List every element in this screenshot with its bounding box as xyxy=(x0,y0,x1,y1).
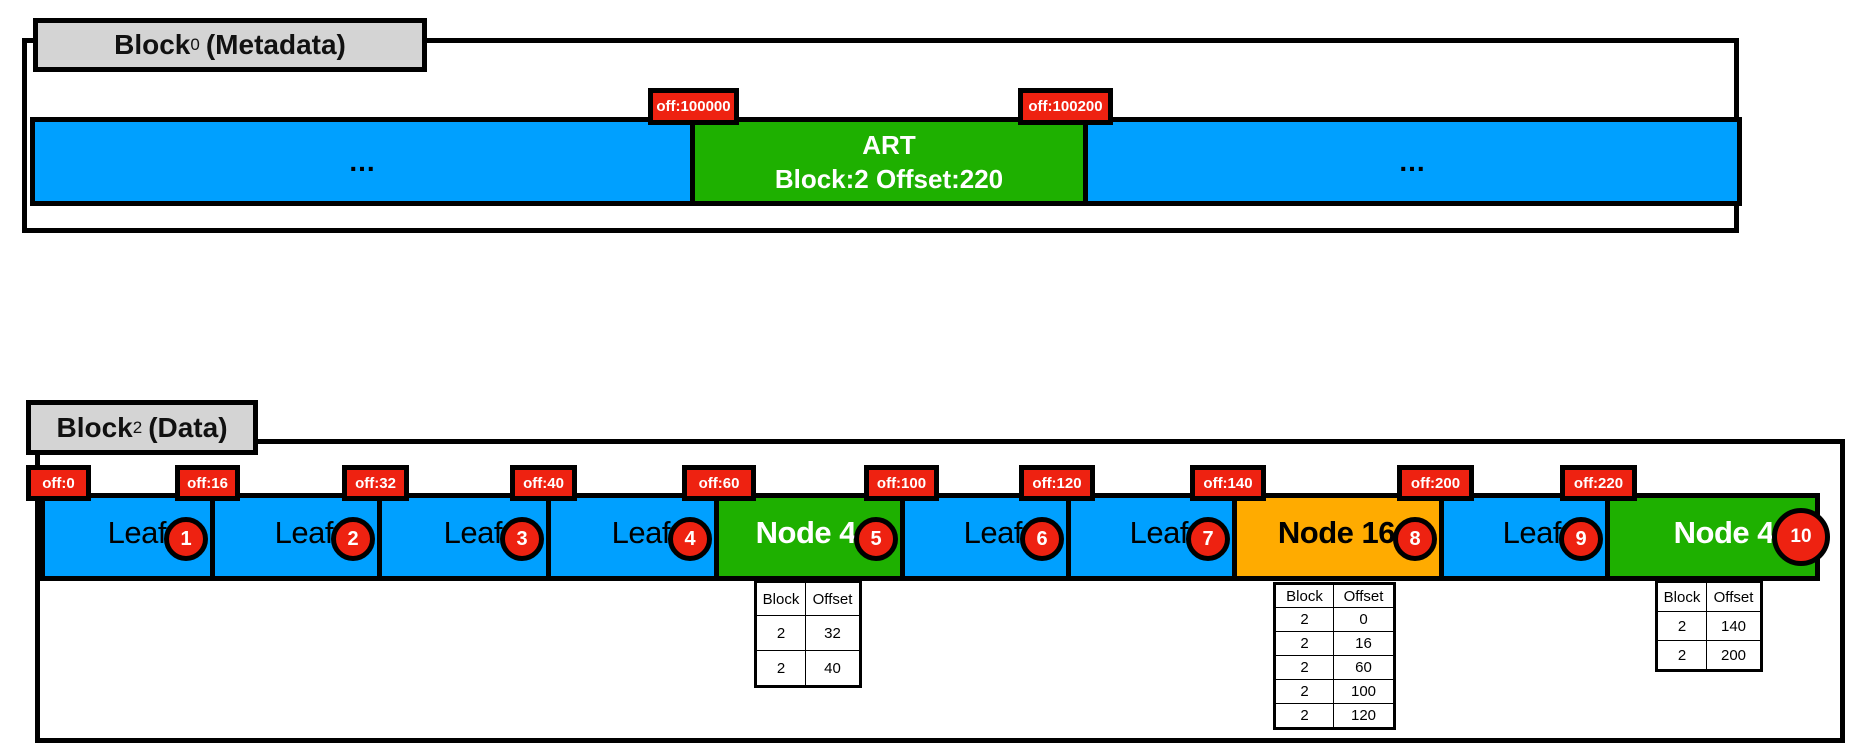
leaf-label: Leaf xyxy=(443,515,503,550)
table-cell: 32 xyxy=(805,615,861,651)
leaf-label: Leaf xyxy=(274,515,334,550)
metadata-title-sub: 0 xyxy=(190,35,200,54)
number-badge: 2 xyxy=(331,517,375,561)
number-badge: 4 xyxy=(668,517,712,561)
table-cell: 140 xyxy=(1706,611,1762,641)
offset-tag: off:100200 xyxy=(1018,88,1113,125)
table-cell: 2 xyxy=(1274,703,1334,729)
table-cell: 2 xyxy=(755,650,806,687)
table-header-cell: Offset xyxy=(805,581,861,616)
table-header-row: Block Offset xyxy=(1656,581,1762,612)
table-row: 2 60 xyxy=(1274,655,1395,680)
offset-tag: off:0 xyxy=(26,465,91,501)
table-row: 2 16 xyxy=(1274,631,1395,656)
table-cell: 2 xyxy=(1274,655,1334,680)
table-row: 2 120 xyxy=(1274,703,1395,729)
table-cell: 2 xyxy=(1656,611,1707,641)
child-pointer-table: Block Offset 2 140 2 200 xyxy=(1655,580,1763,672)
offset-tag: off:200 xyxy=(1397,465,1474,501)
number-badge: 10 xyxy=(1772,508,1830,566)
art-root-pointer: ART Block:2 Offset:220 xyxy=(695,117,1088,206)
ellipsis-text: ... xyxy=(1399,145,1426,177)
offset-tag: off:60 xyxy=(682,465,756,501)
metadata-block-title: Block 0 (Metadata) xyxy=(33,18,427,72)
table-header-cell: Offset xyxy=(1333,583,1395,608)
table-cell: 120 xyxy=(1333,703,1395,729)
table-row: 2 32 xyxy=(755,615,861,651)
node-label: Node 4 xyxy=(1673,515,1775,550)
metadata-filler-right: ... xyxy=(1088,117,1742,206)
data-title-sub: 2 xyxy=(132,417,143,437)
offset-tag: off:220 xyxy=(1560,465,1637,501)
table-cell: 60 xyxy=(1333,655,1395,680)
art-label: ART xyxy=(862,129,916,160)
offset-tag: off:16 xyxy=(175,465,240,501)
number-badge: 1 xyxy=(164,517,208,561)
table-header-row: Block Offset xyxy=(755,581,861,616)
leaf-label: Leaf xyxy=(611,515,671,550)
table-header-cell: Block xyxy=(1656,581,1707,612)
offset-tag: off:32 xyxy=(342,465,409,501)
number-badge: 9 xyxy=(1559,517,1603,561)
number-badge: 8 xyxy=(1393,517,1437,561)
metadata-filler-left: ... xyxy=(30,117,695,206)
table-row: 2 140 xyxy=(1656,611,1762,641)
table-cell: 200 xyxy=(1706,640,1762,671)
data-title-main: Block xyxy=(56,411,133,443)
leaf-label: Leaf xyxy=(107,515,167,550)
number-badge: 6 xyxy=(1020,517,1064,561)
table-cell: 2 xyxy=(1274,631,1334,656)
node-label: Node 4 xyxy=(755,515,857,550)
data-title-suffix: (Data) xyxy=(148,411,228,443)
table-cell: 100 xyxy=(1333,679,1395,704)
node-label: Node 16 xyxy=(1277,515,1396,550)
table-cell: 2 xyxy=(1274,679,1334,704)
child-pointer-table: Block Offset 2 0 2 16 2 60 2 100 2 120 xyxy=(1273,582,1396,730)
table-header-cell: Block xyxy=(1274,583,1334,608)
table-row: 2 40 xyxy=(755,650,861,687)
art-location: Block:2 Offset:220 xyxy=(774,163,1004,194)
table-row: 2 100 xyxy=(1274,679,1395,704)
table-cell: 0 xyxy=(1333,607,1395,632)
metadata-bar: ... ART Block:2 Offset:220 ... xyxy=(30,117,1742,206)
leaf-label: Leaf xyxy=(963,515,1023,550)
offset-tag: off:140 xyxy=(1190,465,1266,501)
offset-tag: off:120 xyxy=(1019,465,1095,501)
ellipsis-text: ... xyxy=(349,145,376,177)
offset-tag: off:100000 xyxy=(648,88,739,125)
metadata-title-suffix: (Metadata) xyxy=(205,29,346,60)
table-row: 20 xyxy=(1274,607,1395,632)
table-cell: 16 xyxy=(1333,631,1395,656)
table-cell: 2 xyxy=(1274,607,1334,632)
metadata-title-main: Block xyxy=(114,29,191,60)
number-badge: 7 xyxy=(1186,517,1230,561)
table-cell: 2 xyxy=(1656,640,1707,671)
offset-tag: off:100 xyxy=(864,465,939,501)
data-block-title: Block 2 (Data) xyxy=(26,400,258,455)
number-badge: 5 xyxy=(854,517,898,561)
table-header-cell: Offset xyxy=(1706,581,1762,612)
number-badge: 3 xyxy=(500,517,544,561)
child-pointer-table: Block Offset 2 32 2 40 xyxy=(754,580,862,688)
table-header-row: Block Offset xyxy=(1274,583,1395,608)
table-cell: 2 xyxy=(755,615,806,651)
leaf-label: Leaf xyxy=(1129,515,1189,550)
leaf-label: Leaf xyxy=(1502,515,1562,550)
offset-tag: off:40 xyxy=(510,465,577,501)
table-cell: 40 xyxy=(805,650,861,687)
table-header-cell: Block xyxy=(755,581,806,616)
table-row: 2 200 xyxy=(1656,640,1762,671)
